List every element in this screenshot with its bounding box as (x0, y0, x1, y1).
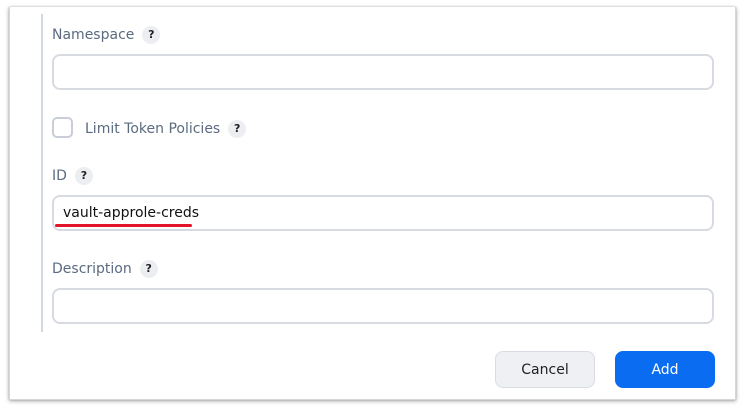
id-label-row: ID ? (52, 166, 93, 186)
namespace-input[interactable] (52, 54, 714, 90)
limit-token-policies-label-row: Limit Token Policies ? (85, 119, 247, 139)
id-help-icon[interactable]: ? (74, 167, 93, 185)
namespace-label: Namespace (52, 27, 135, 43)
annotation-underline (55, 224, 192, 227)
id-label: ID (52, 168, 67, 184)
limit-token-policies-checkbox[interactable] (52, 117, 73, 138)
cancel-button[interactable]: Cancel (495, 351, 595, 388)
limit-token-policies-label[interactable]: Limit Token Policies (85, 119, 220, 139)
description-help-icon[interactable]: ? (139, 260, 158, 278)
limit-token-policies-help-icon[interactable]: ? (228, 120, 247, 138)
section-divider (41, 14, 43, 332)
namespace-help-icon[interactable]: ? (142, 26, 161, 44)
description-label: Description (52, 261, 132, 277)
description-input[interactable] (52, 288, 714, 324)
add-button[interactable]: Add (615, 351, 715, 388)
namespace-label-row: Namespace ? (52, 25, 161, 45)
description-label-row: Description ? (52, 259, 158, 279)
